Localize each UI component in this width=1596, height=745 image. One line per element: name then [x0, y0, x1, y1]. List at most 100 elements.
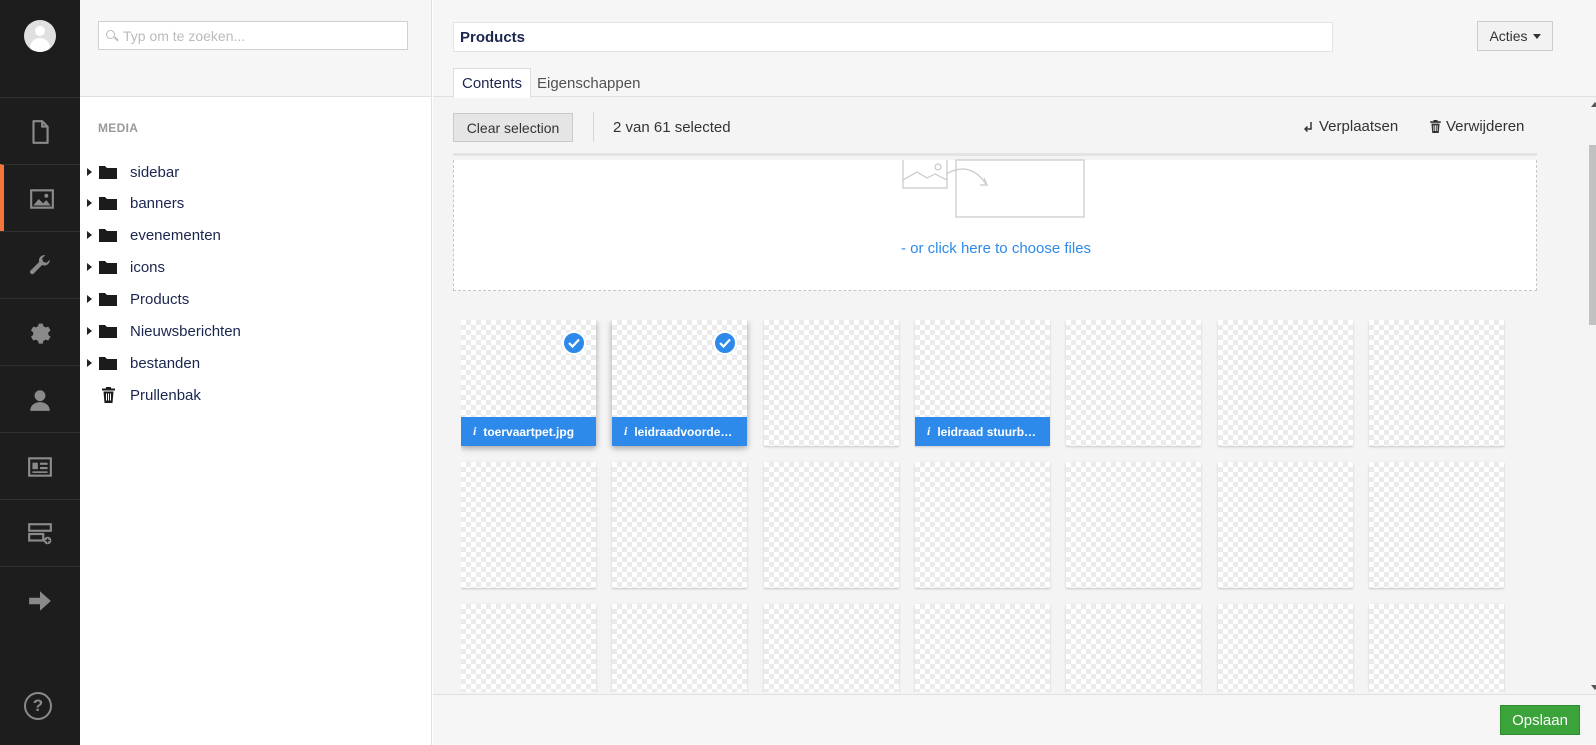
media-tile[interactable] — [764, 462, 899, 588]
folder-icon — [99, 261, 117, 274]
tree-item-evenementen[interactable]: evenementen — [80, 220, 431, 250]
selection-count: 2 van 61 selected — [613, 119, 731, 136]
media-tile[interactable] — [764, 320, 899, 446]
scroll-down-icon[interactable] — [1591, 685, 1596, 690]
expand-caret-icon[interactable] — [87, 263, 92, 271]
clear-selection-button[interactable]: Clear selection — [453, 113, 573, 142]
media-tile[interactable] — [1369, 320, 1504, 446]
media-tile[interactable] — [1218, 320, 1353, 446]
avatar[interactable] — [24, 20, 56, 52]
media-tile[interactable] — [1066, 604, 1201, 692]
info-icon[interactable]: i — [927, 424, 930, 439]
tree-item-banners[interactable]: banners — [80, 188, 431, 218]
editor-header: Acties Contents Eigenschappen — [433, 0, 1596, 98]
tree-item-icons[interactable]: icons — [80, 252, 431, 282]
media-tile[interactable]: i leidraadvoordey... — [612, 320, 747, 446]
media-tile[interactable] — [1369, 604, 1504, 692]
toolbar-divider — [593, 112, 594, 142]
tree-item-nieuwsberichten[interactable]: Nieuwsberichten — [80, 316, 431, 346]
media-tile[interactable] — [461, 604, 596, 692]
upload-dropzone[interactable]: - or click here to choose files — [453, 159, 1538, 291]
info-icon[interactable]: i — [624, 424, 627, 439]
tab-contents[interactable]: Contents — [453, 68, 532, 98]
checkmark-icon — [562, 331, 586, 355]
media-caption: i toervaartpet.jpg — [461, 417, 596, 446]
media-caption: i leidraad stuurbr... — [915, 417, 1050, 446]
caret-down-icon — [1532, 33, 1541, 39]
editor-footer: Opslaan — [433, 694, 1596, 745]
selection-toolbar: Clear selection 2 van 61 selected Verpla… — [453, 98, 1537, 156]
media-tile[interactable] — [612, 604, 747, 692]
media-tile[interactable]: i leidraad stuurbr... — [915, 320, 1050, 446]
app-sidebar: ? — [0, 0, 80, 745]
tree-header — [80, 0, 431, 97]
folder-icon — [99, 293, 117, 306]
tree-item-label: Nieuwsberichten — [130, 322, 241, 340]
tree-section-title: MEDIA — [98, 121, 139, 135]
move-button[interactable]: Verplaatsen — [1304, 118, 1398, 135]
document-icon — [32, 119, 49, 144]
media-tree-panel: MEDIA sidebar banners evenementen icons … — [80, 0, 432, 745]
media-tile[interactable] — [612, 462, 747, 588]
media-tile[interactable] — [1066, 462, 1201, 588]
nav-content[interactable] — [0, 97, 80, 165]
help-icon: ? — [32, 696, 44, 715]
main-editor: Acties Contents Eigenschappen Clear sele… — [433, 0, 1596, 745]
media-tile[interactable] — [1218, 462, 1353, 588]
nav-settings-tools[interactable] — [0, 231, 80, 299]
nav-settings[interactable] — [0, 298, 80, 366]
media-tile[interactable] — [1066, 320, 1201, 446]
scroll-up-icon[interactable] — [1591, 102, 1596, 107]
media-tile[interactable] — [764, 604, 899, 692]
tree-item-sidebar[interactable]: sidebar — [80, 157, 431, 187]
expand-caret-icon[interactable] — [87, 199, 92, 207]
expand-caret-icon[interactable] — [87, 168, 92, 176]
forms-icon — [28, 522, 52, 544]
move-icon — [1304, 121, 1312, 132]
media-name: toervaartpet.jpg — [483, 424, 575, 439]
expand-caret-icon[interactable] — [87, 231, 92, 239]
user-icon — [30, 389, 50, 411]
nav-users[interactable] — [0, 365, 80, 433]
search-icon — [106, 30, 115, 39]
nav-media[interactable] — [0, 164, 80, 232]
media-name: leidraadvoordey... — [634, 424, 735, 439]
expand-caret-icon[interactable] — [87, 327, 92, 335]
media-tile[interactable] — [1218, 604, 1353, 692]
save-button[interactable]: Opslaan — [1500, 705, 1580, 735]
info-icon[interactable]: i — [473, 424, 476, 439]
gear-icon — [30, 323, 51, 344]
scrollbar-thumb[interactable] — [1589, 145, 1596, 325]
delete-button[interactable]: Verwijderen — [1430, 118, 1524, 135]
choose-files-link[interactable]: - or click here to choose files — [454, 240, 1538, 257]
tree-item-label: Prullenbak — [130, 386, 201, 404]
search-input[interactable] — [123, 22, 403, 49]
member-card-icon — [28, 456, 52, 477]
nav-forms[interactable] — [0, 499, 80, 567]
nav-redirect[interactable] — [0, 566, 80, 634]
expand-caret-icon[interactable] — [87, 295, 92, 303]
arrow-right-icon — [29, 590, 51, 611]
tree-item-bestanden[interactable]: bestanden — [80, 348, 431, 378]
media-tile[interactable] — [461, 462, 596, 588]
tree-item-label: banners — [130, 194, 185, 212]
media-tile[interactable] — [915, 604, 1050, 692]
tree-item-prullenbak[interactable]: Prullenbak — [80, 380, 431, 410]
nav-members[interactable] — [0, 432, 80, 500]
media-tile[interactable] — [915, 462, 1050, 588]
upload-illustration — [902, 159, 1085, 218]
media-tile[interactable] — [1369, 462, 1504, 588]
wrench-icon — [30, 254, 50, 274]
tree-search[interactable] — [98, 21, 408, 50]
expand-caret-icon[interactable] — [87, 359, 92, 367]
node-name-input[interactable] — [453, 22, 1333, 52]
tree-item-label: Products — [130, 290, 190, 308]
tab-eigenschappen[interactable]: Eigenschappen — [529, 68, 648, 98]
help-button[interactable]: ? — [24, 692, 52, 720]
tree-item-label: bestanden — [130, 354, 201, 372]
tree-item-products[interactable]: Products — [80, 284, 431, 314]
media-tile[interactable]: i toervaartpet.jpg — [461, 320, 596, 446]
actions-button[interactable]: Acties — [1477, 21, 1553, 51]
media-caption: i leidraadvoordey... — [612, 417, 747, 446]
folder-icon — [99, 197, 117, 210]
